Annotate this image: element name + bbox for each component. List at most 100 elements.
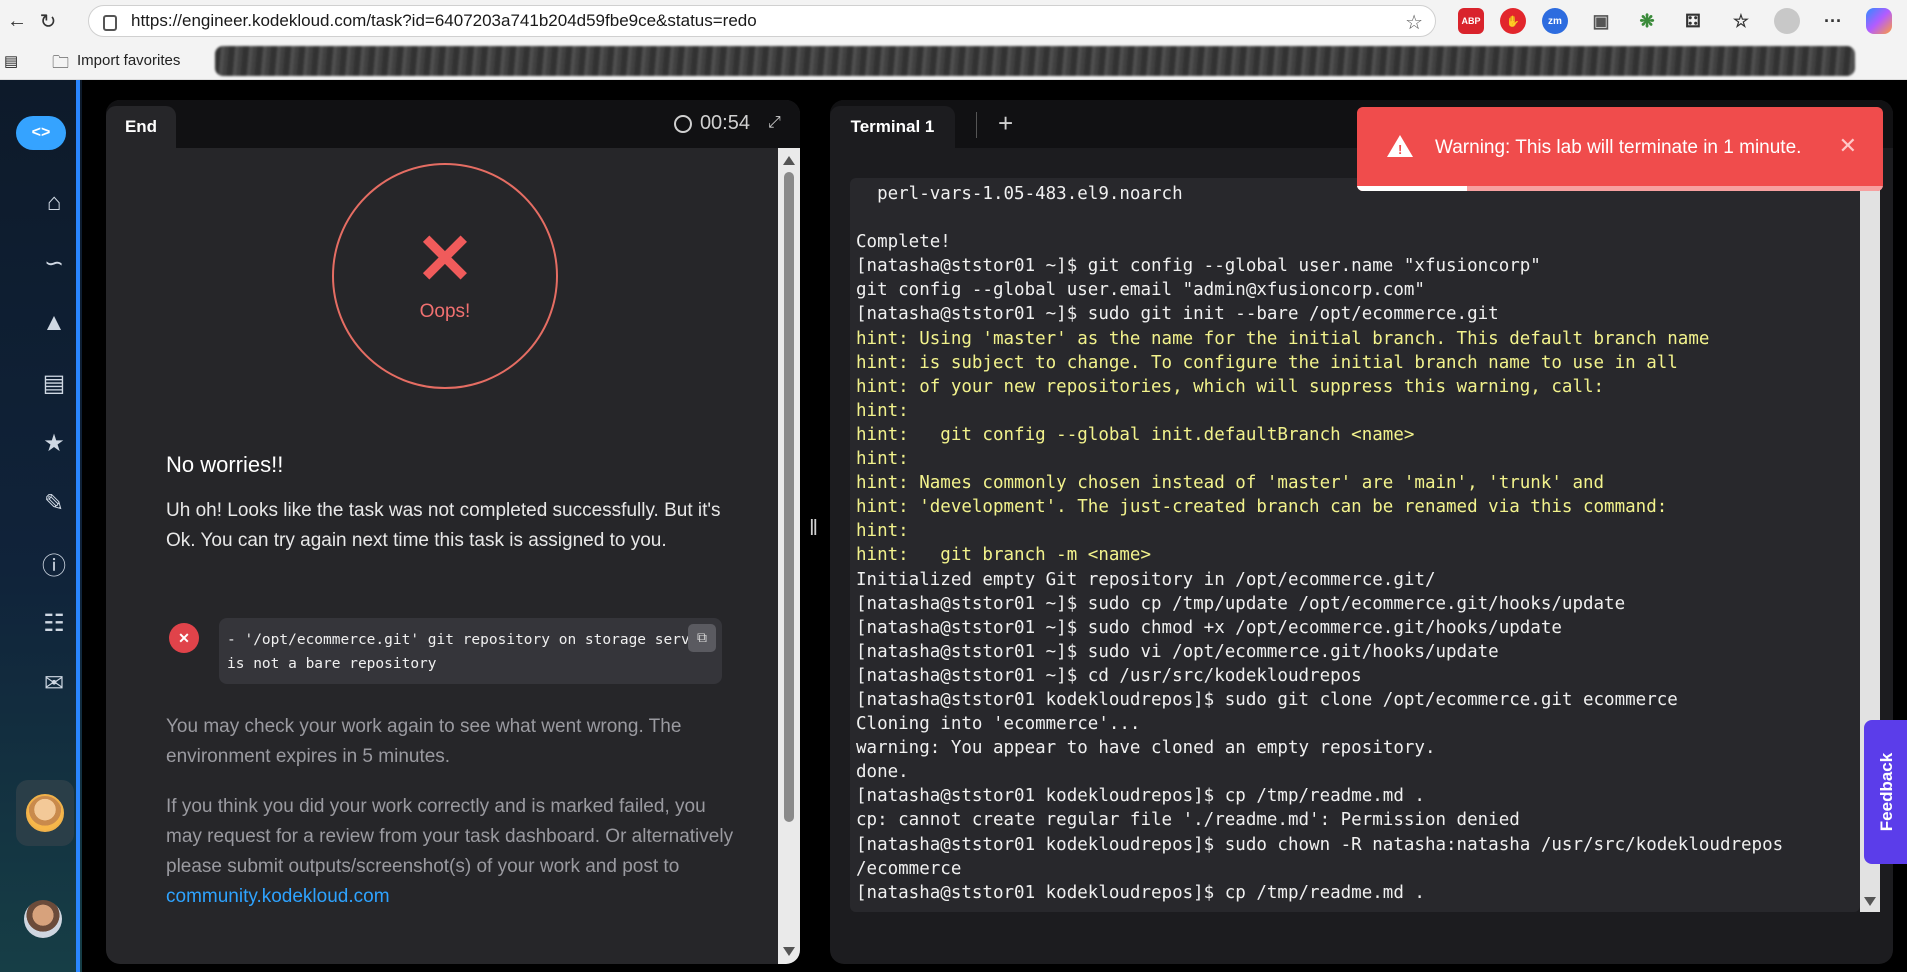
terminal-line: [natasha@ststor01 kodekloudrepos]$ cp /t… bbox=[856, 786, 1425, 807]
expand-icon[interactable]: ⤢ bbox=[768, 114, 786, 132]
terminal-line: done. bbox=[856, 762, 909, 783]
check-message: You may check your work again to see wha… bbox=[166, 716, 682, 767]
tab-terminal-1[interactable]: Terminal 1 bbox=[830, 106, 955, 148]
browser-toolbar: ← ↻ https://engineer.kodekloud.com/task?… bbox=[0, 0, 1907, 42]
timer: 00:54 bbox=[673, 112, 750, 135]
terminal-line: /ecommerce bbox=[856, 858, 962, 879]
toast-progress bbox=[1357, 186, 1883, 191]
adblock-extension-icon[interactable]: ABP bbox=[1458, 8, 1484, 34]
fail-x-icon: ✕ bbox=[415, 220, 475, 298]
terminal-line: hint: bbox=[856, 449, 909, 470]
task-result-panel: End 00:54 ⤢ ✕ Oops! No worries!! Uh oh! … bbox=[106, 100, 800, 964]
terminal-line: hint: git branch -m <name> bbox=[856, 545, 1152, 566]
badge-avatar bbox=[26, 794, 64, 832]
folder-icon: 🗀 bbox=[52, 53, 69, 72]
terminal-line: hint: of your new repositories, which wi… bbox=[856, 376, 1605, 397]
terminal-line: [natasha@ststor01 ~]$ sudo cp /tmp/updat… bbox=[856, 593, 1626, 614]
lock-icon bbox=[103, 15, 117, 31]
import-favorites-link[interactable]: Import favorites bbox=[77, 52, 180, 69]
badge-avatar-box[interactable] bbox=[16, 780, 74, 846]
warning-toast: ! Warning: This lab will terminate in 1 … bbox=[1357, 107, 1883, 191]
tab-separator bbox=[976, 112, 977, 138]
address-bar[interactable]: https://engineer.kodekloud.com/task?id=6… bbox=[88, 5, 1436, 37]
extension-x-icon[interactable]: ❋ bbox=[1634, 8, 1660, 34]
terminal-line: [natasha@ststor01 kodekloudrepos]$ sudo … bbox=[856, 689, 1678, 710]
favorites-icon[interactable]: ☆ bbox=[1728, 8, 1754, 34]
camera-icon[interactable]: ▣ bbox=[1588, 8, 1614, 34]
terminal-line: [natasha@ststor01 ~]$ sudo vi /opt/ecomm… bbox=[856, 641, 1499, 662]
terminal-line: hint: Names commonly chosen instead of '… bbox=[856, 473, 1605, 494]
error-detail: - '/opt/ecommerce.git' git repository on… bbox=[219, 618, 722, 684]
puzzle-extensions-icon[interactable]: ⚃ bbox=[1680, 8, 1706, 34]
stop-extension-icon[interactable]: ✋ bbox=[1500, 8, 1526, 34]
terminal-line: Cloning into 'ecommerce'... bbox=[856, 714, 1141, 735]
review-message: If you think you did your work correctly… bbox=[166, 792, 736, 912]
favorite-star-icon[interactable]: ☆ bbox=[1405, 10, 1423, 35]
terminal-line: [natasha@ststor01 ~]$ git config --globa… bbox=[856, 256, 1541, 277]
left-scrollbar[interactable] bbox=[778, 148, 800, 964]
terminal-line: [natasha@ststor01 ~]$ cd /usr/src/kodekl… bbox=[856, 665, 1362, 686]
terminal-line: [natasha@ststor01 ~]$ sudo git init --ba… bbox=[856, 304, 1499, 325]
error-detail-text: - '/opt/ecommerce.git' git repository on… bbox=[227, 632, 708, 672]
scroll-thumb[interactable] bbox=[784, 172, 794, 822]
terminal-scroll-down-icon[interactable] bbox=[1864, 897, 1876, 906]
feedback-button[interactable]: Feedback bbox=[1864, 720, 1907, 864]
feedback-notes-icon[interactable]: ✎ bbox=[38, 488, 70, 518]
terminal-line: [natasha@ststor01 kodekloudrepos]$ sudo … bbox=[856, 834, 1784, 855]
copilot-icon[interactable] bbox=[1866, 8, 1892, 34]
terminal-line: [natasha@ststor01 kodekloudrepos]$ cp /t… bbox=[856, 882, 1425, 903]
add-tab-icon[interactable]: + bbox=[998, 108, 1013, 139]
left-tabbar: End 00:54 ⤢ bbox=[106, 100, 800, 148]
user-avatar[interactable] bbox=[24, 900, 62, 938]
progress-icon[interactable]: ▲ bbox=[38, 308, 70, 338]
info-icon[interactable]: ⓘ bbox=[38, 548, 70, 580]
back-icon[interactable]: ← bbox=[2, 6, 32, 36]
more-menu-icon[interactable]: ··· bbox=[1820, 8, 1846, 34]
side-rail: <> ⌂ ∽ ▲ ▤ ★ ✎ ⓘ ☷ ✉ bbox=[0, 80, 82, 972]
home-icon[interactable]: ⌂ bbox=[38, 188, 70, 218]
feedback-label: Feedback bbox=[1877, 752, 1896, 832]
community-link[interactable]: community.kodekloud.com bbox=[166, 886, 390, 907]
redacted-bookmarks bbox=[215, 46, 1855, 76]
oops-label: Oops! bbox=[419, 301, 471, 322]
tab-end[interactable]: End bbox=[106, 106, 176, 148]
profile-icon[interactable] bbox=[1774, 8, 1800, 34]
scroll-down-icon[interactable] bbox=[783, 947, 795, 956]
terminal-line: Initialized empty Git repository in /opt… bbox=[856, 569, 1436, 590]
terminal-output[interactable]: perl-vars-1.05-483.el9.noarch Complete![… bbox=[850, 178, 1860, 912]
terminal-line: hint: 'development'. The just-created br… bbox=[856, 497, 1668, 518]
terminal-line: [natasha@ststor01 ~]$ sudo chmod +x /opt… bbox=[856, 617, 1562, 638]
kodekloud-logo[interactable]: <> bbox=[16, 116, 66, 150]
result-heading: No worries!! bbox=[166, 452, 284, 477]
review-message-text: If you think you did your work correctly… bbox=[166, 796, 734, 877]
bookmarks-bar: ▤ 🗀 Import favorites bbox=[0, 42, 1907, 80]
stopwatch-icon bbox=[673, 114, 692, 133]
book-icon[interactable]: ☷ bbox=[38, 608, 70, 638]
terminal-line: hint: is subject to change. To configure… bbox=[856, 352, 1678, 373]
warning-mark: ! bbox=[1398, 142, 1403, 157]
terminal-line: hint: bbox=[856, 400, 909, 421]
refresh-icon[interactable]: ↻ bbox=[33, 6, 63, 36]
result-message: Uh oh! Looks like the task was not compl… bbox=[166, 500, 721, 551]
warning-message: Warning: This lab will terminate in 1 mi… bbox=[1435, 137, 1802, 158]
terminal-panel: Terminal 1 + perl-vars-1.05-483.el9.noar… bbox=[830, 100, 1893, 964]
terminal-line: warning: You appear to have cloned an em… bbox=[856, 738, 1436, 759]
bookmarks-icon[interactable]: ▤ bbox=[4, 52, 18, 70]
terminal-line: git config --global user.email "admin@xf… bbox=[856, 280, 1425, 301]
scroll-up-icon[interactable] bbox=[783, 156, 795, 165]
close-icon[interactable]: ✕ bbox=[1839, 133, 1857, 159]
timer-value: 00:54 bbox=[699, 112, 750, 134]
terminal-line: cp: cannot create regular file './readme… bbox=[856, 810, 1520, 831]
roadmap-icon[interactable]: ∽ bbox=[38, 248, 70, 278]
oops-circle: ✕ Oops! bbox=[332, 163, 558, 389]
rail-accent-edge bbox=[76, 80, 80, 972]
video-icon[interactable]: ▤ bbox=[38, 368, 70, 398]
leaderboard-icon[interactable]: ★ bbox=[38, 428, 70, 458]
copy-icon[interactable]: ⧉ bbox=[688, 624, 716, 652]
panel-resize-handle[interactable]: ‖ bbox=[809, 515, 818, 541]
zoom-extension-icon[interactable]: zm bbox=[1542, 8, 1568, 34]
url-text: https://engineer.kodekloud.com/task?id=6… bbox=[131, 11, 757, 30]
toast-progress-fill bbox=[1357, 186, 1468, 191]
chat-icon[interactable]: ✉ bbox=[38, 668, 70, 698]
